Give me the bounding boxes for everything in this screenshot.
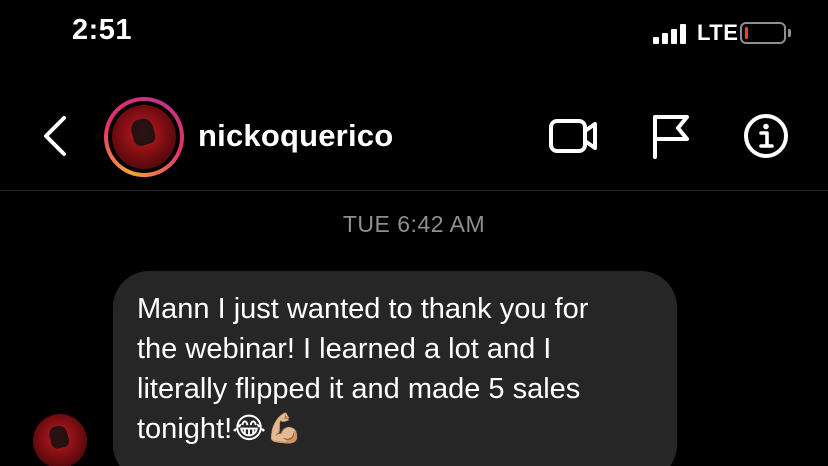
sender-avatar[interactable] — [33, 414, 87, 466]
battery-icon — [740, 22, 786, 44]
avatar-border — [108, 101, 180, 173]
battery-tip — [788, 29, 791, 37]
battery-level — [745, 27, 748, 39]
chevron-left-icon[interactable] — [40, 114, 72, 158]
message-bubble[interactable]: Mann I just wanted to thank you for the … — [113, 271, 677, 466]
message-timestamp: TUE 6:42 AM — [342, 211, 486, 237]
avatar[interactable] — [104, 97, 184, 177]
cellular-signal-icon — [653, 24, 687, 44]
message-text: Mann I just wanted to thank you for the … — [137, 293, 589, 445]
avatar-image — [112, 105, 176, 169]
video-call-icon[interactable] — [548, 113, 600, 159]
dm-thread-screen: 2:51 LTE nickoquerico TUE 6:42 AM Mann I… — [0, 0, 828, 466]
status-time: 2:51 — [72, 14, 133, 46]
flag-icon[interactable] — [648, 113, 700, 159]
header-divider — [0, 190, 828, 191]
username[interactable]: nickoquerico — [198, 118, 393, 154]
info-icon[interactable] — [740, 113, 792, 159]
network-label: LTE — [697, 20, 739, 45]
